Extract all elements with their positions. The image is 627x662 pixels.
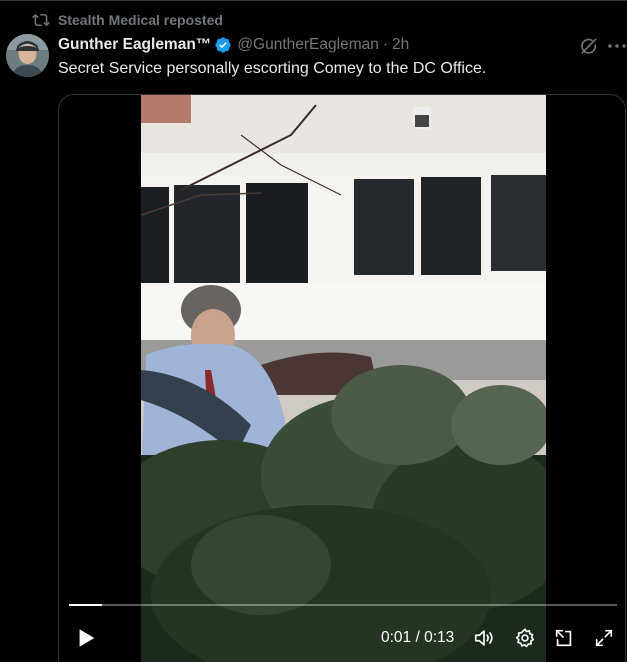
post-header: Gunther Eagleman™ @GuntherEagleman · 2h xyxy=(58,35,409,55)
repost-icon xyxy=(32,11,50,29)
video-frame[interactable] xyxy=(141,95,546,662)
repost-label: Stealth Medical reposted xyxy=(58,12,223,28)
grok-icon[interactable] xyxy=(579,36,599,56)
video-time-separator: / xyxy=(415,629,420,646)
repost-context[interactable]: Stealth Medical reposted xyxy=(32,11,223,29)
top-divider xyxy=(0,0,627,1)
video-time: 0:01 / 0:13 xyxy=(381,629,454,647)
video-progress-fill xyxy=(69,604,102,606)
gear-icon[interactable] xyxy=(514,627,536,649)
video-player[interactable]: 0:01 / 0:13 xyxy=(58,94,626,662)
dock-icon[interactable] xyxy=(553,627,575,649)
author-name[interactable]: Gunther Eagleman™ xyxy=(58,36,211,54)
play-icon[interactable] xyxy=(75,627,97,649)
header-separator: · xyxy=(382,36,389,53)
video-duration: 0:13 xyxy=(424,629,455,646)
author-handle[interactable]: @GuntherEagleman xyxy=(237,36,379,54)
video-progress-bar[interactable] xyxy=(69,604,617,606)
verified-badge-icon[interactable] xyxy=(214,36,232,54)
video-current-time: 0:01 xyxy=(381,629,412,646)
more-icon[interactable] xyxy=(608,38,626,54)
volume-icon[interactable] xyxy=(473,627,495,649)
expand-icon[interactable] xyxy=(593,627,615,649)
avatar[interactable] xyxy=(6,34,49,77)
post-text: Secret Service personally escorting Come… xyxy=(58,60,487,77)
post-timestamp[interactable]: 2h xyxy=(392,36,409,54)
